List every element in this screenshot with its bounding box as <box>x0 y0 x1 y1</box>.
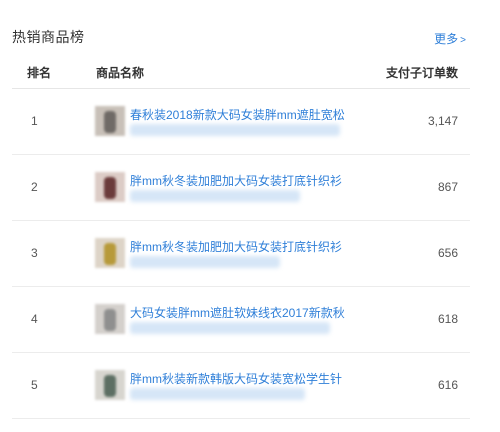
product-title-link[interactable]: 大码女装胖mm遮肚软妹线衣2017新款秋 <box>130 304 345 321</box>
table-row: 5 胖mm秋装新款韩版大码女装宽松学生针 616 <box>12 353 470 419</box>
order-count: 618 <box>437 312 458 326</box>
blurred-title-line <box>130 322 330 334</box>
header-rank: 排名 <box>27 66 52 80</box>
product-list: 1 春秋装2018新款大码女装胖mm遮肚宽松 3,147 2 胖mm秋冬装加肥加… <box>12 89 470 419</box>
product-image-figure <box>104 177 116 199</box>
rank-value: 2 <box>31 180 38 194</box>
blurred-title-line <box>130 388 305 400</box>
product-image-figure <box>104 375 116 397</box>
more-link[interactable]: 更多 > <box>434 30 466 47</box>
header-product-name: 商品名称 <box>96 66 145 80</box>
order-count: 867 <box>437 180 458 194</box>
rank-value: 3 <box>31 246 38 260</box>
header-order-count: 支付子订单数 <box>385 66 458 80</box>
blurred-title-line <box>130 124 340 136</box>
rank-value: 1 <box>31 114 38 128</box>
rank-value: 4 <box>31 312 38 326</box>
table-row: 1 春秋装2018新款大码女装胖mm遮肚宽松 3,147 <box>12 89 470 155</box>
order-count: 616 <box>437 378 458 392</box>
product-title-link[interactable]: 春秋装2018新款大码女装胖mm遮肚宽松 <box>130 106 345 123</box>
product-image-figure <box>104 111 116 133</box>
table-row: 2 胖mm秋冬装加肥加大码女装打底针织衫 867 <box>12 155 470 221</box>
product-thumbnail[interactable] <box>95 370 125 400</box>
order-count: 656 <box>437 246 458 260</box>
table-header: 排名 商品名称 支付子订单数 <box>12 58 470 89</box>
product-title-link[interactable]: 胖mm秋装新款韩版大码女装宽松学生针 <box>130 370 342 387</box>
more-label: 更多 <box>434 32 459 46</box>
product-title-link[interactable]: 胖mm秋冬装加肥加大码女装打底针织衫 <box>130 172 342 189</box>
product-image-figure <box>104 243 116 265</box>
product-thumbnail[interactable] <box>95 238 125 268</box>
product-image-figure <box>104 309 116 331</box>
table-row: 3 胖mm秋冬装加肥加大码女装打底针织衫 656 <box>12 221 470 287</box>
panel-title: 热销商品榜 <box>12 29 85 45</box>
table-row: 4 大码女装胖mm遮肚软妹线衣2017新款秋 618 <box>12 287 470 353</box>
blurred-title-line <box>130 190 300 202</box>
product-thumbnail[interactable] <box>95 172 125 202</box>
order-count: 3,147 <box>427 114 458 128</box>
hot-products-panel: 热销商品榜 更多 > 排名 商品名称 支付子订单数 1 春秋装2018新款大码女装… <box>0 0 500 432</box>
product-title-link[interactable]: 胖mm秋冬装加肥加大码女装打底针织衫 <box>130 238 342 255</box>
chevron-right-icon: > <box>460 35 466 46</box>
blurred-title-line <box>130 256 280 268</box>
product-thumbnail[interactable] <box>95 106 125 136</box>
product-thumbnail[interactable] <box>95 304 125 334</box>
rank-value: 5 <box>31 378 38 392</box>
